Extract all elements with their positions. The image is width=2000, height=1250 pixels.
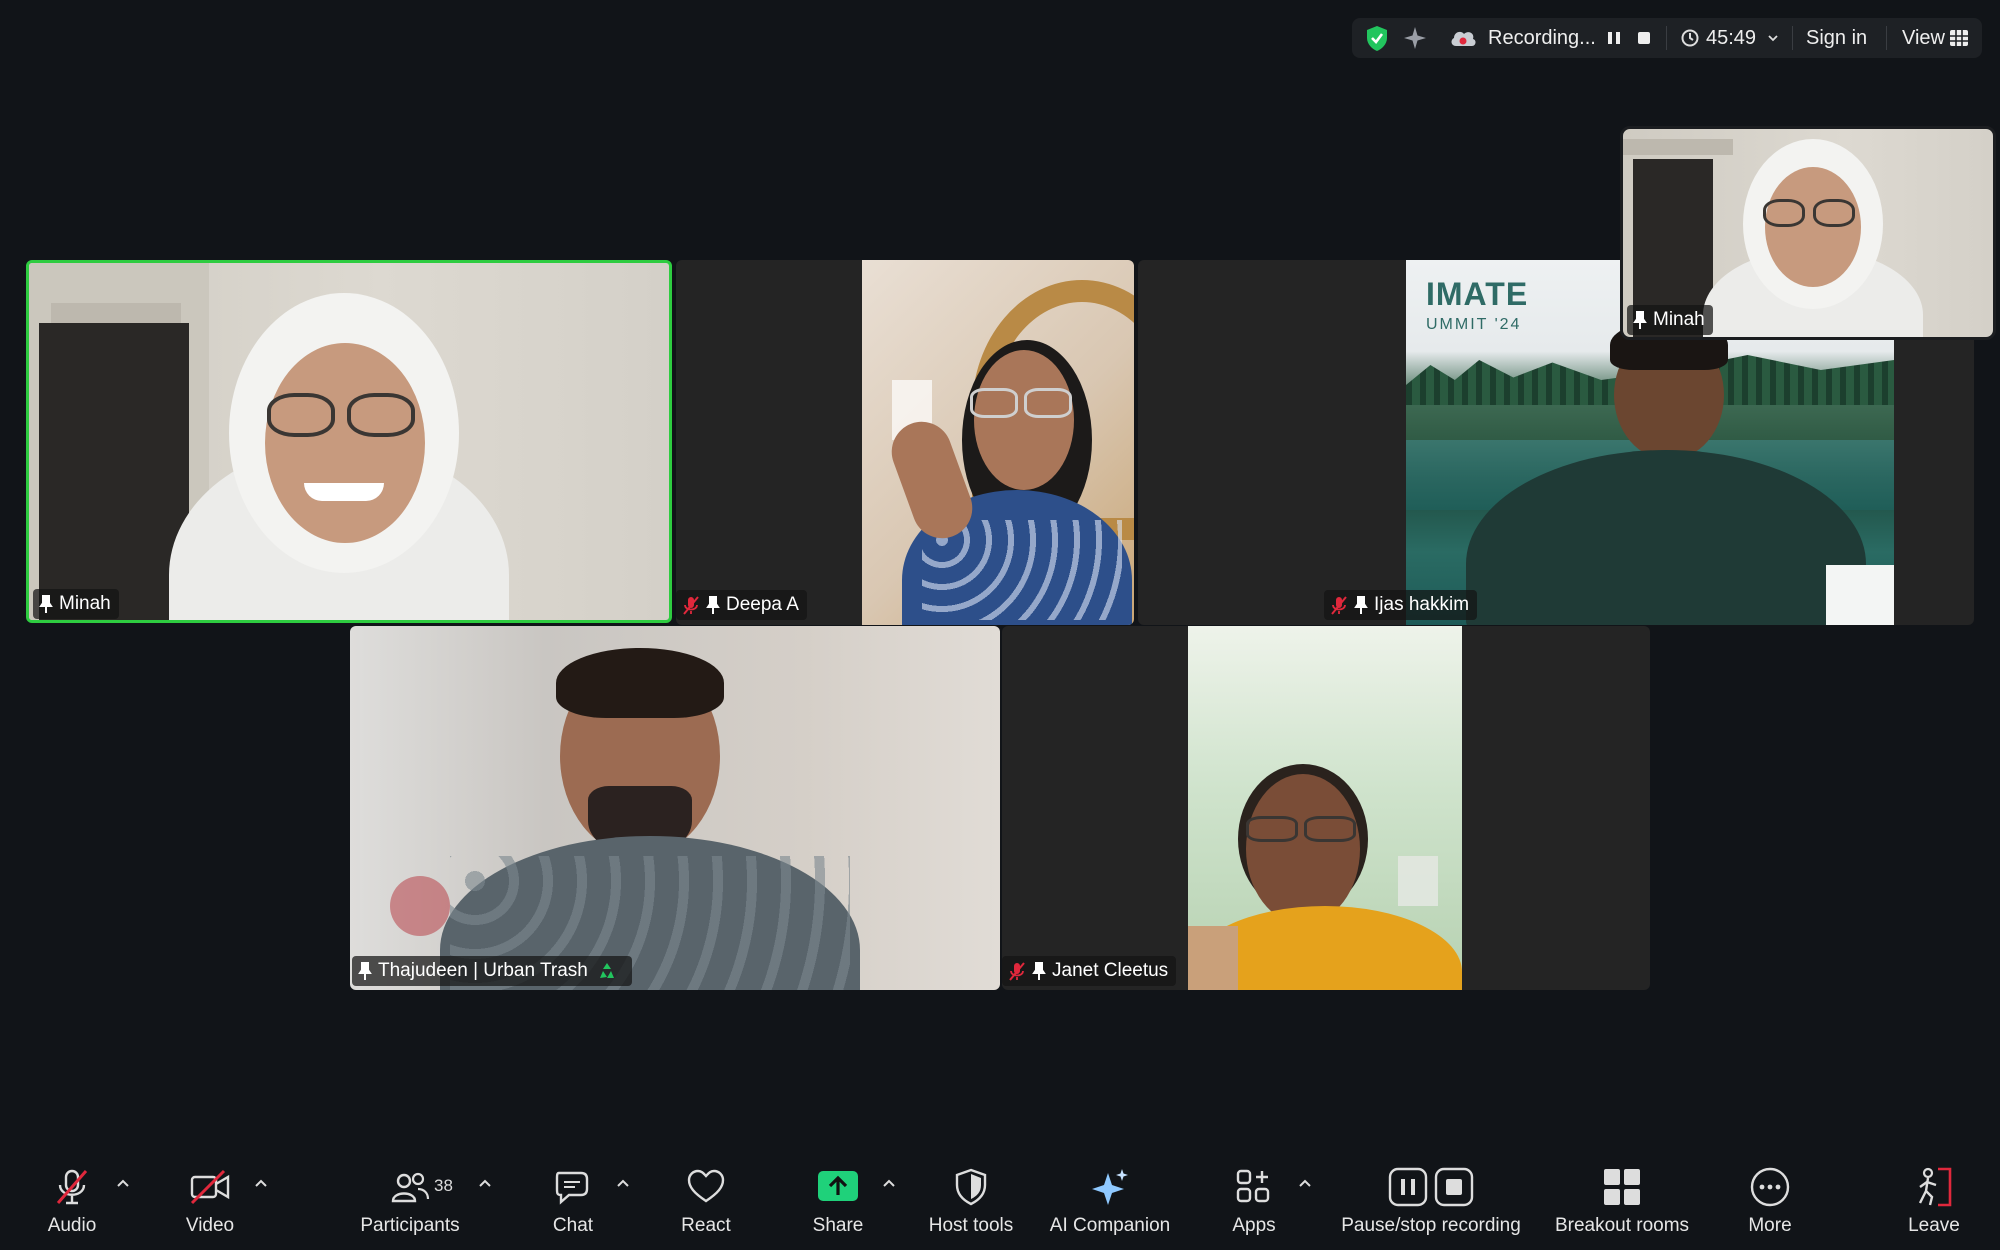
pause-stop-recording-label: Pause/stop recording	[1341, 1215, 1521, 1236]
participant-nametag: Deepa A	[676, 590, 807, 620]
host-shield-icon	[955, 1168, 987, 1206]
view-button[interactable]: View	[1902, 18, 1945, 58]
participant-nametag: Minah	[33, 589, 119, 619]
slide-title-text: IMATE	[1426, 276, 1529, 312]
apps-grid-icon	[1236, 1169, 1270, 1203]
breakout-rooms-label: Breakout rooms	[1554, 1215, 1690, 1236]
heart-icon	[687, 1169, 725, 1203]
hand-pin-icon	[1032, 961, 1052, 981]
mic-muted-icon	[1008, 961, 1032, 981]
breakout-rooms-button[interactable]: Breakout rooms	[1548, 1165, 1696, 1237]
ai-companion-button[interactable]: AI Companion	[1044, 1165, 1176, 1237]
apps-button[interactable]: Apps	[1214, 1165, 1294, 1237]
mic-muted-icon	[56, 1169, 88, 1205]
share-screen-icon	[818, 1171, 858, 1201]
meeting-timer[interactable]: 45:49	[1706, 18, 1756, 58]
participant-name: Deepa A	[726, 594, 799, 615]
recording-status: Recording...	[1488, 27, 1596, 49]
mic-muted-icon	[1330, 595, 1354, 615]
self-view-tile[interactable]: Minah	[1620, 126, 1996, 340]
mic-muted-icon	[682, 595, 706, 615]
timer-chevron-down-icon[interactable]	[1766, 18, 1780, 58]
pause-stop-recording-icon	[1388, 1167, 1474, 1207]
meeting-top-bar: Recording... 45:49 Sign in View	[1352, 18, 1982, 58]
more-label: More	[1748, 1215, 1792, 1236]
video-options-chevron-up-icon[interactable]	[252, 1176, 270, 1190]
participant-nametag: Ijas hakkim	[1324, 590, 1478, 620]
apps-label: Apps	[1232, 1215, 1276, 1236]
view-grid-icon[interactable]	[1948, 18, 1970, 58]
recycle-icon	[596, 960, 624, 982]
participant-name: Janet Cleetus	[1052, 960, 1169, 981]
hand-pin-icon	[39, 594, 59, 614]
audio-options-chevron-up-icon[interactable]	[114, 1176, 132, 1190]
apps-options-chevron-up-icon[interactable]	[1296, 1176, 1314, 1190]
video-tile-janet[interactable]: Janet Cleetus	[1002, 626, 1650, 990]
participants-icon	[391, 1172, 430, 1203]
sign-in-button[interactable]: Sign in	[1806, 18, 1867, 58]
video-tile-deepa[interactable]: Deepa A	[676, 260, 1134, 625]
audio-button[interactable]: Audio	[30, 1165, 114, 1237]
leave-door-icon	[1918, 1167, 1952, 1207]
chat-options-chevron-up-icon[interactable]	[614, 1176, 632, 1190]
breakout-rooms-icon	[1604, 1169, 1640, 1205]
audio-label: Audio	[47, 1215, 97, 1236]
cloud-recording-icon	[1448, 18, 1478, 58]
timer-clock-icon	[1680, 18, 1700, 58]
ai-companion-sparkle-icon	[1092, 1169, 1128, 1205]
more-button[interactable]: More	[1730, 1165, 1810, 1237]
hand-pin-icon	[706, 595, 726, 615]
more-ellipsis-icon	[1750, 1167, 1790, 1207]
participants-count: 38	[434, 1176, 453, 1195]
ai-sparkle-icon[interactable]	[1402, 18, 1428, 58]
ai-companion-label: AI Companion	[1049, 1215, 1171, 1236]
pause-stop-recording-button[interactable]: Pause/stop recording	[1336, 1165, 1526, 1237]
video-button[interactable]: Video	[168, 1165, 252, 1237]
video-tile-thajudeen[interactable]: Thajudeen | Urban Trash	[350, 626, 1000, 990]
participant-name: Minah	[59, 593, 111, 614]
video-label: Video	[185, 1215, 235, 1236]
participant-name: Thajudeen | Urban Trash	[378, 960, 588, 981]
stop-recording-icon[interactable]	[1636, 18, 1652, 58]
participant-name: Ijas hakkim	[1374, 594, 1470, 615]
host-tools-label: Host tools	[928, 1215, 1014, 1236]
chat-bubble-icon	[555, 1171, 589, 1205]
self-view-name: Minah	[1653, 309, 1705, 330]
share-label: Share	[812, 1215, 864, 1236]
slide-subtitle-text: UMMIT '24	[1426, 316, 1522, 333]
share-options-chevron-up-icon[interactable]	[880, 1176, 898, 1190]
chat-label: Chat	[552, 1215, 594, 1236]
react-label: React	[681, 1215, 731, 1236]
pause-recording-icon[interactable]	[1606, 18, 1622, 58]
camera-off-icon	[190, 1169, 230, 1205]
react-button[interactable]: React	[666, 1165, 746, 1237]
video-tile-minah[interactable]: Minah	[26, 260, 672, 623]
participant-nametag: Thajudeen | Urban Trash	[352, 956, 632, 986]
leave-label: Leave	[1908, 1215, 1960, 1236]
hand-pin-icon	[1354, 595, 1374, 615]
participants-label: Participants	[360, 1215, 460, 1236]
chat-button[interactable]: Chat	[533, 1165, 613, 1237]
self-view-nametag: Minah	[1627, 305, 1713, 335]
hand-pin-icon	[358, 961, 378, 981]
participants-options-chevron-up-icon[interactable]	[476, 1176, 494, 1190]
participant-nametag: Janet Cleetus	[1002, 956, 1177, 986]
share-button[interactable]: Share	[798, 1165, 878, 1237]
encryption-shield-icon[interactable]	[1364, 18, 1390, 58]
host-tools-button[interactable]: Host tools	[918, 1165, 1024, 1237]
hand-pin-icon	[1633, 310, 1653, 330]
leave-button[interactable]: Leave	[1894, 1165, 1974, 1237]
